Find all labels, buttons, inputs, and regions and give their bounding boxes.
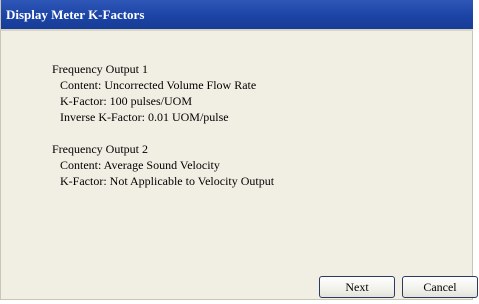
frequency-output-2-k-factor: K-Factor: Not Applicable to Velocity Out… — [60, 174, 275, 188]
dialog-content: Frequency Output 1 Content: Uncorrected … — [1, 31, 473, 261]
frequency-output-1-k-factor: K-Factor: 100 pulses/UOM — [60, 94, 192, 108]
frequency-output-1-heading: Frequency Output 1 — [52, 62, 148, 76]
next-button[interactable]: Next — [319, 276, 395, 298]
frequency-output-2-heading: Frequency Output 2 — [52, 142, 148, 156]
dialog-title: Display Meter K-Factors — [6, 7, 145, 22]
display-meter-k-factors-dialog: Display Meter K-Factors Frequency Output… — [0, 0, 478, 300]
dialog-titlebar[interactable]: Display Meter K-Factors — [1, 0, 473, 29]
frequency-output-2-content: Content: Average Sound Velocity — [60, 158, 220, 172]
cancel-button[interactable]: Cancel — [402, 276, 478, 298]
frequency-output-1-content: Content: Uncorrected Volume Flow Rate — [60, 78, 257, 92]
frequency-output-1-inverse-k-factor: Inverse K-Factor: 0.01 UOM/pulse — [60, 110, 229, 124]
